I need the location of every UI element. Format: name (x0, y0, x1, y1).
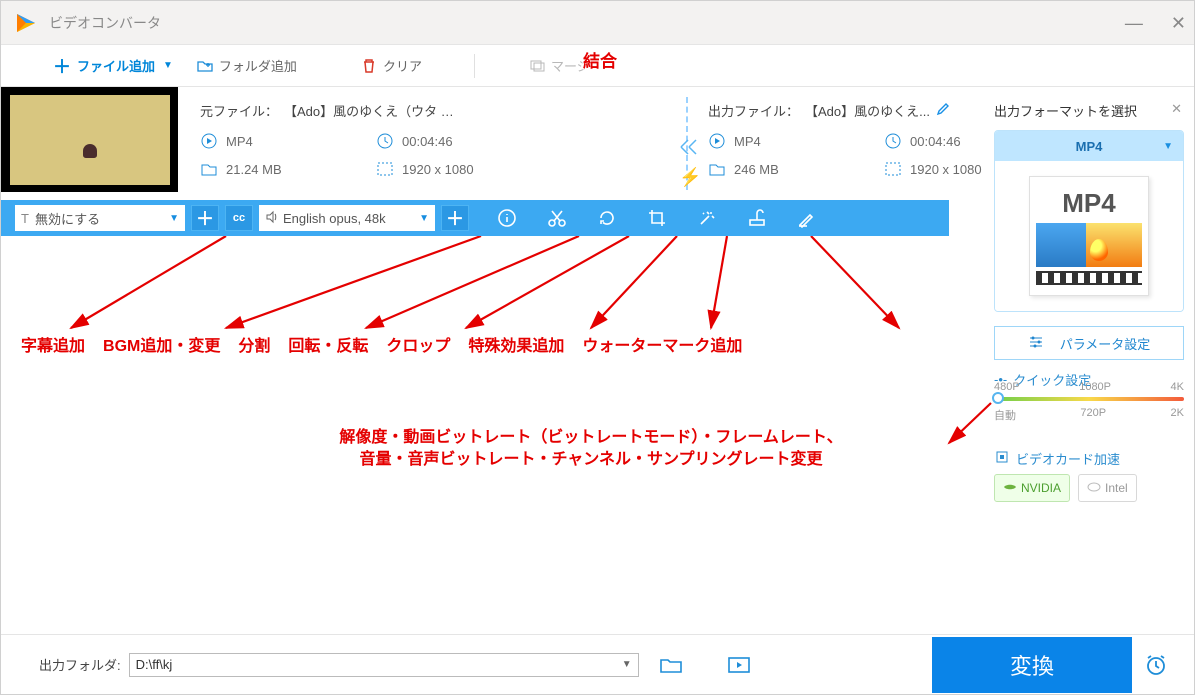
sidebar: 出力フォーマットを選択 MP4 ▼ MP4 パラメータ設定 -•- クイック設定 (994, 101, 1184, 502)
size-icon (708, 160, 726, 178)
anno-watermark: ウォーターマーク追加 (582, 332, 742, 356)
anno-subtitle: 字幕追加 (21, 332, 85, 356)
merge-icon (529, 58, 545, 74)
resolution-icon (884, 160, 902, 178)
source-size: 21.24 MB (226, 162, 282, 177)
format-icon (200, 132, 218, 150)
gpu-accel-title: ビデオカード加速 (994, 449, 1184, 468)
titlebar: ビデオコンバータ — ✕ (1, 1, 1194, 45)
video-thumbnail[interactable] (1, 87, 178, 192)
output-format: MP4 (734, 134, 761, 149)
audio-select[interactable]: English opus, 48k ▼ (259, 205, 435, 231)
chevron-down-icon: ▼ (419, 213, 429, 224)
plus-icon: ＋ (53, 53, 71, 79)
cut-icon[interactable] (547, 208, 567, 228)
anno-split: 分割 (238, 332, 270, 356)
slider-handle[interactable] (992, 392, 1004, 404)
annotation-merge-label: 結合 (583, 47, 617, 72)
crop-icon[interactable] (647, 208, 667, 228)
sliders-icon (1028, 334, 1044, 353)
parameter-settings-button[interactable]: パラメータ設定 (994, 326, 1184, 360)
clock-icon (376, 132, 394, 150)
output-folder-path: D:\ff\kj (136, 657, 173, 672)
minimize-button[interactable]: — (1125, 13, 1143, 34)
output-resolution: 1920 x 1080 (910, 162, 982, 177)
format-card: MP4 (1029, 176, 1149, 296)
chevron-down-icon: ▼ (169, 213, 179, 224)
chip-icon (994, 449, 1010, 468)
chevron-down-icon: ▼ (1163, 141, 1173, 152)
source-label: 元ファイル： (200, 101, 278, 120)
clear-button[interactable]: クリア (361, 56, 422, 75)
output-size: 246 MB (734, 162, 779, 177)
annotation-params: 解像度・動画ビットレート（ビットレートモード）・フレームレート、 音量・音声ビッ… (231, 427, 951, 472)
speaker-icon (265, 210, 279, 227)
edit-actionbar: T 無効にする ▼ ＋ cc English opus, 48k ▼ ＋ (1, 200, 949, 236)
toolbar-separator (474, 54, 475, 78)
gpu-intel-badge[interactable]: Intel (1078, 474, 1137, 502)
source-duration: 00:04:46 (402, 134, 453, 149)
add-audio-button[interactable]: ＋ (441, 205, 469, 231)
subtitle-cc-button[interactable]: cc (225, 205, 253, 231)
anno-bgm: BGM追加・変更 (103, 332, 220, 356)
window-title: ビデオコンバータ (49, 13, 161, 33)
open-folder-button[interactable] (657, 653, 685, 677)
output-label: 出力ファイル： (708, 101, 799, 120)
anno-effect: 特殊効果追加 (468, 332, 564, 356)
source-format: MP4 (226, 134, 253, 149)
edit-filename-button[interactable] (936, 102, 950, 119)
resolution-slider[interactable]: 480P 1080P 4K 自動 720P 2K (994, 397, 1184, 437)
schedule-button[interactable] (1132, 637, 1180, 693)
folder-plus-icon (197, 58, 213, 74)
gpu-nvidia-badge[interactable]: NVIDIA (994, 474, 1070, 502)
clock-icon (884, 132, 902, 150)
size-icon (200, 160, 218, 178)
add-file-button[interactable]: ＋ ファイル追加 ▼ (53, 53, 173, 79)
audio-select-value: English opus, 48k (283, 211, 386, 226)
nvidia-eye-icon (1003, 480, 1017, 497)
app-logo-icon (13, 10, 39, 36)
add-folder-button[interactable]: フォルダ追加 (197, 56, 297, 75)
sidebar-title: 出力フォーマットを選択 (994, 101, 1184, 120)
convert-button[interactable]: 変換 (932, 637, 1132, 693)
resolution-icon (376, 160, 394, 178)
chevron-down-icon: ▼ (163, 60, 173, 71)
merge-button[interactable]: マージ (529, 56, 590, 75)
clear-label: クリア (383, 56, 422, 75)
output-format-value: MP4 (1076, 139, 1103, 154)
format-icon (708, 132, 726, 150)
add-file-label: ファイル追加 (77, 56, 155, 75)
info-icon[interactable] (497, 208, 517, 228)
output-filename: 【Ado】風のゆくえ... (805, 101, 930, 120)
output-format-box[interactable]: MP4 ▼ MP4 (994, 130, 1184, 312)
source-filename: 【Ado】風のゆくえ（ウタ … (284, 101, 454, 120)
trash-icon (361, 58, 377, 74)
format-card-label: MP4 (1062, 188, 1115, 219)
chevron-down-icon: ▼ (622, 659, 632, 670)
close-button[interactable]: ✕ (1171, 13, 1186, 34)
watermark2-icon[interactable] (797, 208, 817, 228)
rotate-icon[interactable] (597, 208, 617, 228)
footer: 出力フォルダ: D:\ff\kj ▼ 変換 (1, 634, 1194, 694)
anno-crop: クロップ (386, 332, 450, 356)
output-folder-select[interactable]: D:\ff\kj ▼ (129, 653, 639, 677)
intel-icon (1087, 480, 1101, 497)
source-resolution: 1920 x 1080 (402, 162, 474, 177)
add-folder-label: フォルダ追加 (219, 56, 297, 75)
subtitle-select[interactable]: T 無効にする ▼ (15, 205, 185, 231)
param-btn-label2: パラメータ設定 (1060, 334, 1151, 353)
watermark-icon[interactable] (747, 208, 767, 228)
anno-rotate: 回転・反転 (288, 332, 368, 356)
subtitle-select-value: 無効にする (35, 209, 100, 228)
source-file-column: 元ファイル： 【Ado】風のゆくえ（ウタ … MP4 00:04:46 21.2… (178, 87, 686, 200)
open-output-button[interactable] (725, 653, 753, 677)
output-duration: 00:04:46 (910, 134, 961, 149)
add-subtitle-button[interactable]: ＋ (191, 205, 219, 231)
effects-icon[interactable] (697, 208, 717, 228)
output-folder-label: 出力フォルダ: (39, 655, 121, 674)
